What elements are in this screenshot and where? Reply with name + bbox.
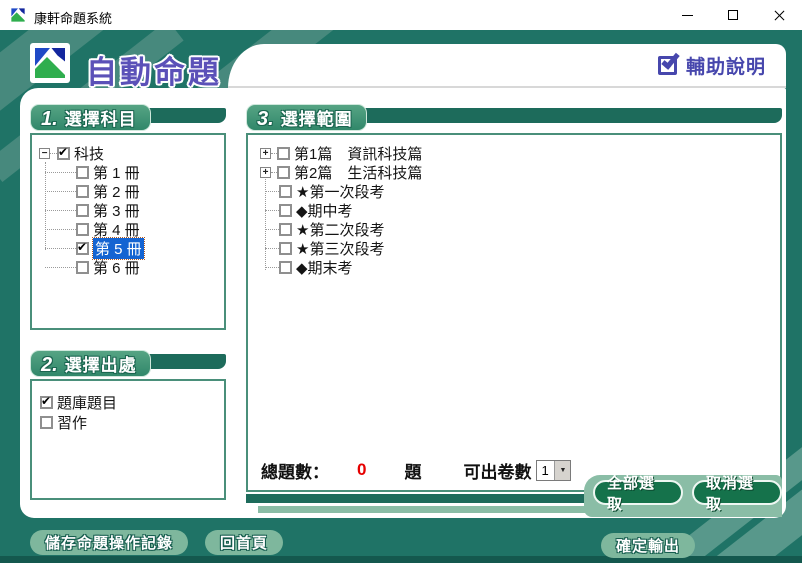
tree-row[interactable]: 第 1 冊 (32, 163, 224, 182)
tree-item-label[interactable]: 第1篇 資訊科技篇 (294, 143, 422, 164)
panel-header-chip: 3. 選擇範圍 (246, 104, 367, 131)
kangxuan-logo-icon (32, 45, 68, 81)
tree-row[interactable]: 第 3 冊 (32, 201, 224, 220)
option-row[interactable]: 習作 (40, 412, 224, 432)
minimize-icon (682, 15, 693, 16)
help-button[interactable]: 輔助說明 (658, 52, 766, 79)
checkbox-unchecked[interactable] (279, 242, 292, 255)
tree-row[interactable]: 第2篇 生活科技篇 (248, 163, 780, 182)
questions-unit-label: 題 (404, 458, 421, 483)
subject-tree-container: 科技 第 1 冊 第 2 冊 第 3 冊 (30, 133, 226, 330)
checkbox-checked[interactable] (76, 242, 89, 255)
tree-row[interactable]: 第 2 冊 (32, 182, 224, 201)
panel-title: 選擇出處 (65, 351, 137, 376)
paper-count-label: 可出卷數 (463, 458, 531, 483)
option-label[interactable]: 題庫題目 (57, 392, 117, 413)
checkbox-unchecked[interactable] (279, 185, 292, 198)
collapse-icon[interactable] (39, 148, 50, 159)
tree-item-label[interactable]: 第 3 冊 (93, 200, 140, 221)
expand-icon[interactable] (260, 148, 271, 159)
window-title: 康軒命題系統 (34, 8, 112, 27)
panel-header-chip: 2. 選擇出處 (30, 350, 151, 377)
range-tree-container: 第1篇 資訊科技篇 第2篇 生活科技篇 ★第一次段考 ◆ (246, 133, 782, 492)
page-title: 自動命題 (86, 47, 222, 92)
tree-row[interactable]: 第 4 冊 (32, 220, 224, 239)
tree-row[interactable]: ◆期中考 (248, 201, 780, 220)
checkbox-unchecked[interactable] (76, 204, 89, 217)
tree-item-label[interactable]: 第 5 冊 (93, 238, 144, 259)
option-label[interactable]: 習作 (57, 412, 87, 433)
deselect-button[interactable]: 取消選取 (692, 480, 782, 505)
tree-item-label[interactable]: 第 6 冊 (93, 257, 140, 278)
total-questions-label: 總題數： (261, 458, 329, 483)
checkbox-unchecked[interactable] (76, 185, 89, 198)
panel-select-source: 2. 選擇出處 題庫題目 習作 (30, 350, 226, 500)
tree-row[interactable]: ★第二次段考 (248, 220, 780, 239)
total-questions-value: 0 (357, 460, 366, 480)
save-log-button[interactable]: 儲存命題操作記錄 (30, 530, 188, 555)
kangxuan-logo (30, 43, 70, 83)
help-checkbox-icon (658, 56, 677, 75)
close-icon (773, 9, 785, 21)
checkbox-unchecked[interactable] (279, 261, 292, 274)
tree-item-label[interactable]: ★第二次段考 (296, 219, 384, 240)
checkbox-unchecked[interactable] (279, 223, 292, 236)
checkbox-unchecked[interactable] (277, 166, 290, 179)
tree-item-label[interactable]: ★第一次段考 (296, 181, 384, 202)
header-band: 輔助說明 (228, 44, 786, 88)
panel-number: 1. (41, 108, 58, 131)
checkbox-checked[interactable] (57, 147, 70, 160)
title-bar: 康軒命題系統 (0, 0, 802, 30)
tree-row[interactable]: ◆期末考 (248, 258, 780, 277)
home-button[interactable]: 回首頁 (205, 530, 283, 555)
selection-actions-area: 全部選取 取消選取 (584, 475, 782, 517)
panel-title: 選擇科目 (65, 105, 137, 130)
tree-item-label[interactable]: ★第三次段考 (296, 238, 384, 259)
checkbox-unchecked[interactable] (279, 204, 292, 217)
confirm-output-button[interactable]: 確定輸出 (601, 533, 695, 558)
chevron-down-icon[interactable]: ▼ (554, 461, 570, 480)
tree-item-label[interactable]: 科技 (74, 143, 104, 164)
tree-item-label[interactable]: ◆期中考 (296, 200, 353, 221)
panel-number: 2. (41, 354, 58, 377)
tree-item-label[interactable]: ◆期末考 (296, 257, 353, 278)
app-background: 輔助說明 自動命題 1. 選擇科目 科技 (0, 30, 802, 563)
panel-title: 選擇範圍 (281, 105, 353, 130)
checkbox-unchecked[interactable] (76, 223, 89, 236)
checkbox-unchecked[interactable] (76, 261, 89, 274)
checkbox-unchecked[interactable] (277, 147, 290, 160)
tree-item-label[interactable]: 第 2 冊 (93, 181, 140, 202)
panel-header-chip: 1. 選擇科目 (30, 104, 151, 131)
expand-icon[interactable] (260, 167, 271, 178)
app-logo-icon (10, 7, 26, 23)
maximize-icon (728, 10, 738, 20)
tree-item-label[interactable]: 第 4 冊 (93, 219, 140, 240)
tree-item-label[interactable]: 第2篇 生活科技篇 (294, 162, 422, 183)
tree-row[interactable]: ★第三次段考 (248, 239, 780, 258)
summary-row: 總題數： 0 題 可出卷數 1 ▼ (261, 459, 571, 481)
paper-count-select[interactable]: 1 ▼ (536, 460, 571, 481)
panel-select-subject: 1. 選擇科目 科技 第 1 冊 (30, 104, 226, 330)
maximize-button[interactable] (710, 0, 756, 30)
paper-count-value: 1 (537, 461, 554, 480)
option-row[interactable]: 題庫題目 (40, 392, 224, 412)
tree-item-label[interactable]: 第 1 冊 (93, 162, 140, 183)
select-all-button[interactable]: 全部選取 (593, 480, 683, 505)
minimize-button[interactable] (664, 0, 710, 30)
checkbox-checked[interactable] (40, 396, 53, 409)
tree-row-selected[interactable]: 第 5 冊 (32, 239, 224, 258)
checkbox-unchecked[interactable] (76, 166, 89, 179)
checkbox-unchecked[interactable] (40, 416, 53, 429)
panel-number: 3. (257, 108, 274, 131)
tree-row[interactable]: 第 6 冊 (32, 258, 224, 277)
help-label: 輔助說明 (686, 52, 766, 79)
tree-row[interactable]: 第1篇 資訊科技篇 (248, 144, 780, 163)
panel-select-range: 3. 選擇範圍 第1篇 資訊科技篇 第2篇 生活科技篇 (246, 104, 782, 492)
source-options-container: 題庫題目 習作 (30, 379, 226, 500)
close-button[interactable] (756, 0, 802, 30)
tree-row[interactable]: ★第一次段考 (248, 182, 780, 201)
tree-row-root[interactable]: 科技 (32, 144, 224, 163)
